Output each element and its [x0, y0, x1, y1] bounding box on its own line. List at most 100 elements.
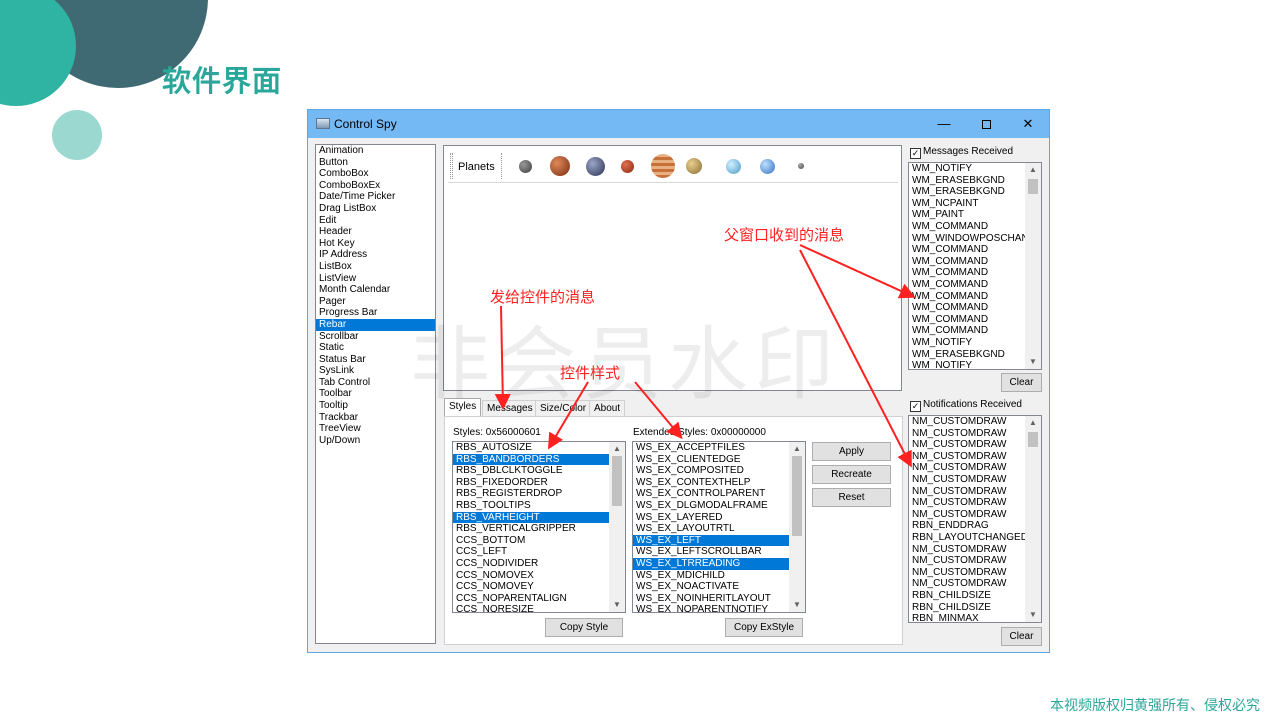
- scroll-up-icon[interactable]: ▲: [789, 442, 805, 456]
- control-type-item[interactable]: ListView: [316, 273, 435, 285]
- title-bar[interactable]: Control Spy — ✕: [308, 110, 1049, 138]
- style-item[interactable]: RBS_REGISTERDROP: [453, 488, 609, 500]
- band-gripper[interactable]: [450, 153, 453, 179]
- extended-style-item[interactable]: WS_EX_LEFT: [633, 534, 789, 547]
- scroll-up-icon[interactable]: ▲: [1025, 416, 1041, 430]
- control-type-item[interactable]: ComboBox: [316, 168, 435, 180]
- style-item[interactable]: RBS_DBLCLKTOGGLE: [453, 465, 609, 477]
- message-item[interactable]: WM_COMMAND: [909, 325, 1025, 337]
- scroll-thumb[interactable]: [612, 456, 622, 506]
- message-item[interactable]: WM_ERASEBKGND: [909, 349, 1025, 361]
- scrollbar[interactable]: ▲ ▼: [609, 442, 625, 612]
- control-type-item[interactable]: Header: [316, 226, 435, 238]
- extended-style-item[interactable]: WS_EX_NOINHERITLAYOUT: [633, 593, 789, 605]
- control-type-item[interactable]: Month Calendar: [316, 284, 435, 296]
- style-item[interactable]: CCS_NOMOVEY: [453, 581, 609, 593]
- notification-item[interactable]: RBN_CHILDSIZE: [909, 590, 1025, 602]
- style-item[interactable]: RBS_VERTICALGRIPPER: [453, 523, 609, 535]
- control-type-item[interactable]: Animation: [316, 145, 435, 157]
- styles-list[interactable]: RBS_AUTOSIZE RBS_BANDBORDERS RBS_DBLCLKTOG…: [452, 441, 626, 613]
- style-item[interactable]: CCS_NORESIZE: [453, 604, 609, 612]
- tab-styles[interactable]: Styles: [444, 398, 482, 417]
- copy-exstyle-button[interactable]: Copy ExStyle: [725, 618, 803, 637]
- notification-item[interactable]: NM_CUSTOMDRAW: [909, 416, 1025, 428]
- style-item[interactable]: RBS_VARHEIGHT: [453, 511, 609, 524]
- control-type-item[interactable]: Date/Time Picker: [316, 191, 435, 203]
- style-item[interactable]: RBS_AUTOSIZE: [453, 442, 609, 454]
- extended-style-item[interactable]: WS_EX_LAYOUTRTL: [633, 523, 789, 535]
- message-item[interactable]: WM_COMMAND: [909, 256, 1025, 268]
- control-type-item[interactable]: Scrollbar: [316, 331, 435, 343]
- notification-item[interactable]: NM_CUSTOMDRAW: [909, 486, 1025, 498]
- messages-received-list[interactable]: WM_NOTIFY WM_ERASEBKGND WM_ERASEBKGND WM_NC…: [908, 162, 1042, 370]
- control-type-item[interactable]: ListBox: [316, 261, 435, 273]
- control-type-item[interactable]: TreeView: [316, 423, 435, 435]
- control-type-item[interactable]: SysLink: [316, 365, 435, 377]
- reset-button[interactable]: Reset: [812, 488, 891, 507]
- control-type-item[interactable]: Toolbar: [316, 388, 435, 400]
- control-type-item[interactable]: Status Bar: [316, 354, 435, 366]
- extended-style-item[interactable]: WS_EX_LEFTSCROLLBAR: [633, 546, 789, 558]
- control-type-list[interactable]: Animation Button ComboBox ComboBoxEx Date/Ti…: [315, 144, 436, 644]
- close-button[interactable]: ✕: [1007, 110, 1049, 138]
- notification-item[interactable]: NM_CUSTOMDRAW: [909, 578, 1025, 590]
- control-type-item[interactable]: Progress Bar: [316, 307, 435, 319]
- message-item[interactable]: WM_COMMAND: [909, 314, 1025, 326]
- extended-style-item[interactable]: WS_EX_DLGMODALFRAME: [633, 500, 789, 512]
- notification-item[interactable]: RBN_MINMAX: [909, 613, 1025, 622]
- scroll-down-icon[interactable]: ▼: [789, 598, 805, 612]
- control-type-item[interactable]: Up/Down: [316, 435, 435, 447]
- scroll-thumb[interactable]: [1028, 432, 1038, 447]
- control-type-item[interactable]: Edit: [316, 215, 435, 227]
- control-type-item[interactable]: IP Address: [316, 249, 435, 261]
- maximize-button[interactable]: [965, 110, 1007, 138]
- scroll-down-icon[interactable]: ▼: [1025, 355, 1041, 369]
- extended-style-item[interactable]: WS_EX_ACCEPTFILES: [633, 442, 789, 454]
- extended-style-item[interactable]: WS_EX_MDICHILD: [633, 570, 789, 582]
- scroll-up-icon[interactable]: ▲: [609, 442, 625, 456]
- control-type-item[interactable]: Button: [316, 157, 435, 169]
- control-type-item[interactable]: Pager: [316, 296, 435, 308]
- extended-style-item[interactable]: WS_EX_LTRREADING: [633, 557, 789, 570]
- tab-size-color[interactable]: Size/Color: [535, 400, 592, 417]
- style-item[interactable]: CCS_NOMOVEX: [453, 570, 609, 582]
- control-type-item[interactable]: Hot Key: [316, 238, 435, 250]
- tab-messages[interactable]: Messages: [482, 400, 538, 417]
- notification-item[interactable]: NM_CUSTOMDRAW: [909, 509, 1025, 521]
- style-item[interactable]: CCS_NOPARENTALIGN: [453, 593, 609, 605]
- message-item[interactable]: WM_COMMAND: [909, 221, 1025, 233]
- notification-item[interactable]: NM_CUSTOMDRAW: [909, 439, 1025, 451]
- tab-about[interactable]: About: [589, 400, 626, 417]
- control-type-item[interactable]: ComboBoxEx: [316, 180, 435, 192]
- clear-messages-button[interactable]: Clear: [1001, 373, 1042, 392]
- control-type-item[interactable]: Static: [316, 342, 435, 354]
- scrollbar[interactable]: ▲ ▼: [1025, 163, 1041, 369]
- style-item[interactable]: CCS_LEFT: [453, 546, 609, 558]
- control-type-item[interactable]: Rebar: [316, 318, 435, 331]
- extended-style-item[interactable]: WS_EX_CONTEXTHELP: [633, 477, 789, 489]
- notification-item[interactable]: NM_CUSTOMDRAW: [909, 428, 1025, 440]
- control-type-item[interactable]: Trackbar: [316, 412, 435, 424]
- message-item[interactable]: WM_COMMAND: [909, 291, 1025, 303]
- notification-item[interactable]: NM_CUSTOMDRAW: [909, 497, 1025, 509]
- message-item[interactable]: WM_PAINT: [909, 209, 1025, 221]
- scroll-up-icon[interactable]: ▲: [1025, 163, 1041, 177]
- extended-style-item[interactable]: WS_EX_NOACTIVATE: [633, 581, 789, 593]
- message-item[interactable]: WM_COMMAND: [909, 279, 1025, 291]
- messages-received-checkbox[interactable]: ✓ Messages Received: [910, 146, 1013, 159]
- notification-item[interactable]: RBN_CHILDSIZE: [909, 602, 1025, 614]
- extended-style-item[interactable]: WS_EX_NOPARENTNOTIFY: [633, 604, 789, 612]
- notification-item[interactable]: NM_CUSTOMDRAW: [909, 555, 1025, 567]
- scroll-thumb[interactable]: [792, 456, 802, 536]
- scrollbar[interactable]: ▲ ▼: [1025, 416, 1041, 622]
- message-item[interactable]: WM_COMMAND: [909, 244, 1025, 256]
- minimize-button[interactable]: —: [923, 110, 965, 138]
- control-type-item[interactable]: Drag ListBox: [316, 203, 435, 215]
- message-item[interactable]: WM_NOTIFY: [909, 163, 1025, 175]
- extended-style-item[interactable]: WS_EX_CONTROLPARENT: [633, 488, 789, 500]
- message-item[interactable]: WM_NOTIFY: [909, 360, 1025, 369]
- style-item[interactable]: RBS_FIXEDORDER: [453, 477, 609, 489]
- extended-styles-list[interactable]: WS_EX_ACCEPTFILES WS_EX_CLIENTEDGE WS_EX_C…: [632, 441, 806, 613]
- message-item[interactable]: WM_WINDOWPOSCHANGI: [909, 233, 1039, 245]
- scroll-thumb[interactable]: [1028, 179, 1038, 194]
